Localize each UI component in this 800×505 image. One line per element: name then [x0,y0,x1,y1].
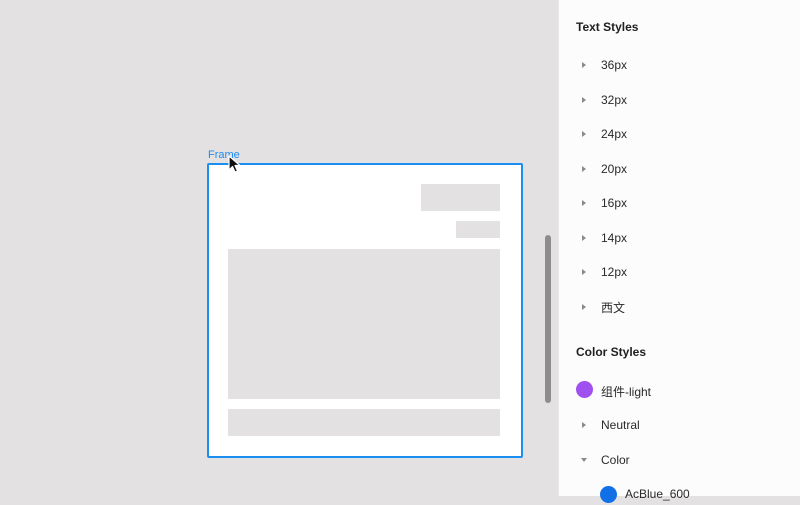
caret-right-icon[interactable] [582,166,586,172]
text-style-label: 36px [601,58,628,72]
caret-right-icon[interactable] [582,422,586,428]
placeholder-block-top-right[interactable] [421,184,500,211]
text-style-item[interactable]: 20px [559,157,800,181]
text-style-label: 20px [601,162,628,176]
text-style-item[interactable]: 西文 [559,295,800,319]
text-styles-title: Text Styles [576,20,639,34]
text-style-item[interactable]: 14px [559,226,800,250]
text-style-label: 12px [601,265,628,279]
text-style-label: 24px [601,127,628,141]
design-canvas[interactable]: Frame [0,0,558,496]
selected-frame[interactable] [207,163,523,458]
text-style-label: 西文 [601,300,626,315]
color-style-item[interactable]: 组件-light [559,378,800,402]
mouse-pointer-icon [228,155,241,173]
caret-right-icon[interactable] [582,200,586,206]
color-group-label: Color [601,453,630,467]
placeholder-block-bottom[interactable] [228,409,500,436]
caret-right-icon[interactable] [582,62,586,68]
text-style-label: 32px [601,93,628,107]
color-swatch [600,486,617,503]
canvas-scrollbar[interactable] [545,235,551,403]
text-style-item[interactable]: 12px [559,260,800,284]
text-style-label: 16px [601,196,628,210]
text-style-item[interactable]: 32px [559,88,800,112]
text-style-label: 14px [601,231,628,245]
color-styles-title: Color Styles [576,345,647,359]
caret-right-icon[interactable] [582,304,586,310]
text-style-item[interactable]: 24px [559,122,800,146]
color-swatch [576,381,593,398]
color-group-color[interactable]: Color [559,448,800,472]
caret-right-icon[interactable] [582,97,586,103]
color-style-label: 组件-light [601,385,652,399]
color-style-item-child[interactable]: AcBlue_600 [559,481,800,505]
placeholder-block-small[interactable] [456,221,500,238]
text-style-item[interactable]: 36px [559,53,800,77]
color-group-label: Neutral [601,418,640,432]
placeholder-block-content[interactable] [228,249,500,399]
text-style-item[interactable]: 16px [559,191,800,215]
styles-panel: Text Styles 36px 32px 24px 20px 16px 14p… [558,0,800,503]
color-style-label: AcBlue_600 [625,487,690,501]
caret-right-icon[interactable] [582,131,586,137]
color-group-neutral[interactable]: Neutral [559,413,800,437]
caret-right-icon[interactable] [582,235,586,241]
caret-right-icon[interactable] [582,269,586,275]
caret-down-icon[interactable] [581,458,587,462]
